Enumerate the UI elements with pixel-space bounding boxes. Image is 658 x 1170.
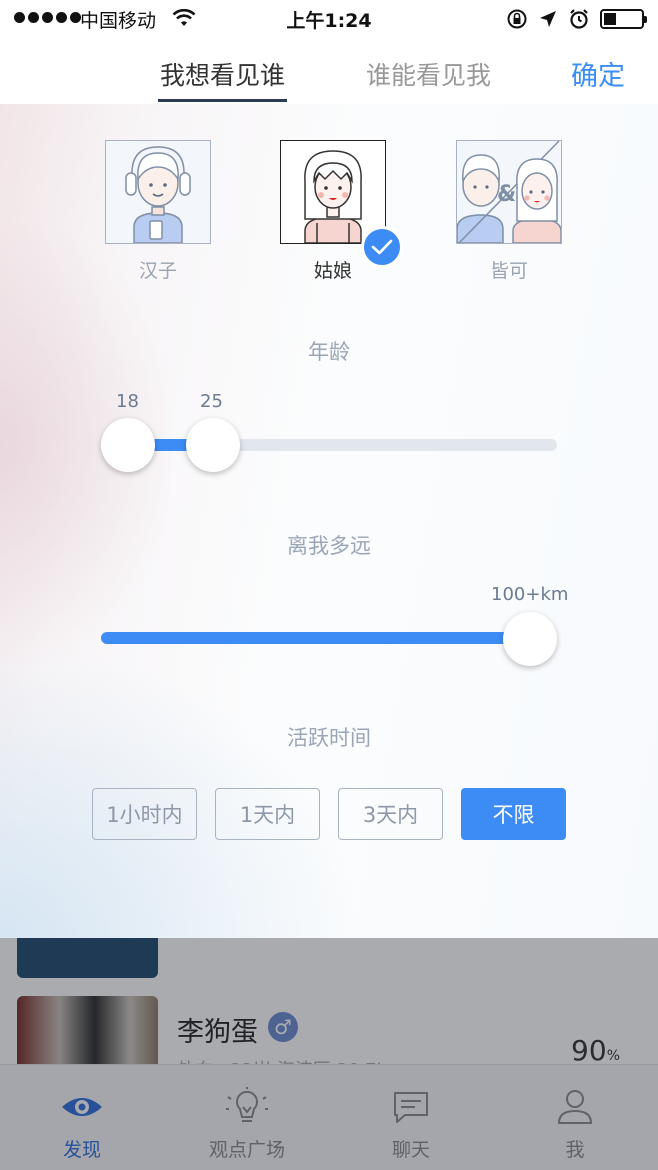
active-time-3-days[interactable]: 3天内 — [338, 788, 443, 840]
tab-who-i-see-label: 我想看见谁 — [160, 61, 286, 90]
check-icon — [361, 226, 403, 268]
filter-header: 我想看见谁 谁能看见我 确定 — [0, 38, 658, 104]
modal-dim-overlay[interactable] — [0, 938, 658, 1170]
distance-section-title: 离我多远 — [287, 534, 371, 558]
tab-who-i-see[interactable]: 我想看见谁 — [158, 56, 288, 102]
gender-option-male[interactable]: 汉子 — [105, 140, 211, 283]
age-min-value: 18 — [116, 391, 139, 412]
age-section-title: 年龄 — [308, 340, 350, 364]
age-min-handle[interactable] — [101, 418, 155, 472]
age-max-handle[interactable] — [186, 418, 240, 472]
distance-value: 100+km — [491, 584, 569, 605]
orientation-lock-icon — [507, 9, 527, 29]
confirm-button[interactable]: 确定 — [571, 54, 625, 93]
male-avatar-illustration — [105, 140, 211, 244]
battery-icon — [600, 9, 647, 29]
tab-who-sees-me[interactable]: 谁能看见我 — [366, 56, 491, 92]
couple-avatar-illustration: & — [456, 140, 562, 244]
gender-label-any: 皆可 — [489, 260, 528, 282]
status-bar: 中国移动 上午1:24 — [0, 0, 658, 38]
filter-panel: 汉子 姑娘 & 皆可 年龄 18 25 离我多远 100+km 活跃时间 1小时… — [0, 104, 658, 938]
svg-text:&: & — [497, 182, 516, 207]
alarm-icon — [570, 9, 588, 29]
tab-underline — [158, 99, 288, 102]
location-icon — [540, 11, 556, 27]
active-time-section-title: 活跃时间 — [287, 726, 371, 750]
active-time-1-hour[interactable]: 1小时内 — [92, 788, 197, 840]
age-max-value: 25 — [200, 391, 223, 412]
active-time-1-day[interactable]: 1天内 — [215, 788, 320, 840]
gender-label-male: 汉子 — [138, 260, 177, 282]
distance-slider-track[interactable] — [101, 632, 530, 644]
gender-option-any[interactable]: & 皆可 — [456, 140, 562, 283]
active-time-unlimited[interactable]: 不限 — [461, 788, 566, 840]
distance-handle[interactable] — [503, 612, 557, 666]
